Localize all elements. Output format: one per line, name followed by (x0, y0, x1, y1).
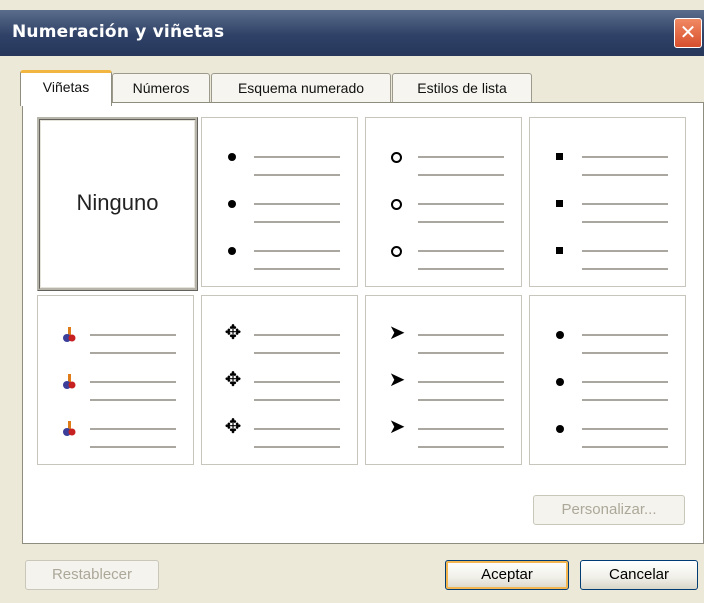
customize-button[interactable]: Personalizar... (533, 495, 685, 525)
bullet-style-arrowhead[interactable]: ➤ ➤ ➤ (365, 295, 522, 465)
pushpin-icon (63, 327, 76, 342)
hollow-circle-bullet-icon (391, 246, 402, 257)
four-diamond-icon: ✥ (224, 320, 242, 344)
dot-bullet-icon (228, 153, 236, 161)
tab-vinetas[interactable]: Viñetas (20, 70, 112, 106)
none-label: Ninguno (76, 190, 159, 215)
bullet-style-none[interactable]: Ninguno (37, 117, 198, 291)
ok-button[interactable]: Aceptar (445, 560, 569, 590)
hollow-circle-bullet-icon (391, 199, 402, 210)
hollow-circle-bullet-icon (391, 152, 402, 163)
bullets-panel: Ninguno ✥ ✥ ✥ ➤ ➤ ➤ Personalizar... (22, 102, 704, 544)
arrowhead-icon: ➤ (388, 367, 406, 391)
dot-bullet-icon (556, 331, 564, 339)
dot-bullet-icon (556, 425, 564, 433)
bullet-style-hollow-circle[interactable] (365, 117, 522, 287)
window-title: Numeración y viñetas (12, 22, 225, 42)
cancel-button[interactable]: Cancelar (580, 560, 698, 590)
dot-bullet-icon (228, 200, 236, 208)
tab-esquema-numerado[interactable]: Esquema numerado (211, 73, 391, 102)
bullet-style-pushpin[interactable] (37, 295, 194, 465)
dot-bullet-icon (228, 247, 236, 255)
pushpin-icon (63, 374, 76, 389)
dot-bullet-icon (556, 378, 564, 386)
four-diamond-icon: ✥ (224, 414, 242, 438)
pushpin-icon (63, 421, 76, 436)
bullet-style-four-diamond[interactable]: ✥ ✥ ✥ (201, 295, 358, 465)
bullet-style-square[interactable] (529, 117, 686, 287)
four-diamond-icon: ✥ (224, 367, 242, 391)
square-bullet-icon (556, 247, 563, 254)
title-bar: Numeración y viñetas ✕ (0, 10, 704, 56)
square-bullet-icon (556, 153, 563, 160)
square-bullet-icon (556, 200, 563, 207)
arrowhead-icon: ➤ (388, 320, 406, 344)
tab-numeros[interactable]: Números (112, 73, 210, 102)
arrowhead-icon: ➤ (388, 414, 406, 438)
bullet-style-dot-2[interactable] (529, 295, 686, 465)
reset-button[interactable]: Restablecer (25, 560, 159, 590)
close-button[interactable]: ✕ (674, 18, 702, 48)
bullet-style-dot[interactable] (201, 117, 358, 287)
tab-estilos-de-lista[interactable]: Estilos de lista (392, 73, 532, 102)
